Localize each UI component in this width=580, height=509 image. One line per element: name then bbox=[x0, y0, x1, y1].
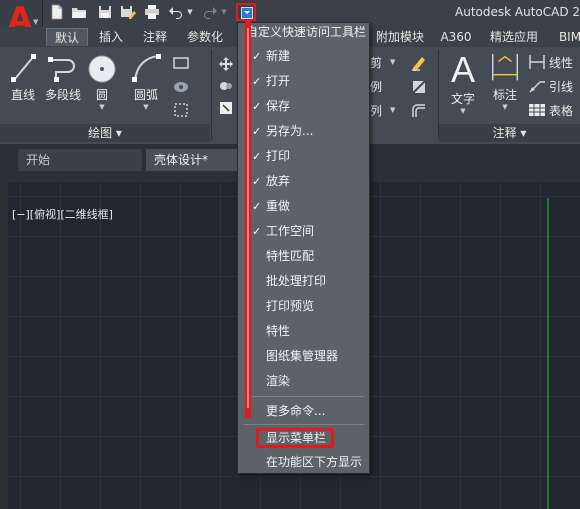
arc-icon bbox=[132, 54, 161, 82]
explode-icon[interactable] bbox=[410, 78, 428, 96]
menu-item-undo[interactable]: ✓ 放弃 bbox=[238, 169, 369, 194]
line-icon bbox=[11, 54, 36, 82]
menu-item-show-below-ribbon[interactable]: 在功能区下方显示 bbox=[238, 450, 369, 475]
scale-tool-label[interactable]: 例 bbox=[370, 78, 382, 95]
polyline-tool[interactable]: 多段线 bbox=[42, 52, 84, 103]
arc-tool-label: 圆弧 bbox=[133, 88, 158, 102]
text-icon: A bbox=[450, 49, 475, 90]
trim-tool-label[interactable]: 剪 bbox=[370, 54, 382, 71]
tab-insert[interactable]: 插入 bbox=[91, 28, 131, 46]
erase-icon[interactable] bbox=[410, 54, 428, 72]
line-tool[interactable]: 直线 bbox=[4, 52, 42, 103]
tab-featured-apps[interactable]: 精选应用 bbox=[484, 28, 544, 46]
customize-dropdown-icon bbox=[241, 7, 253, 19]
checkmark-icon: ✓ bbox=[252, 100, 262, 113]
checkmark-icon: ✓ bbox=[252, 150, 262, 163]
window-title: Autodesk AutoCAD 20 bbox=[455, 5, 580, 19]
menu-item-more-commands[interactable]: 更多命令... bbox=[238, 399, 369, 424]
checkmark-icon: ✓ bbox=[252, 200, 262, 213]
save-icon[interactable] bbox=[97, 4, 113, 20]
menu-item-redo[interactable]: ✓ 重做 bbox=[238, 194, 369, 219]
copy-icon[interactable] bbox=[218, 78, 234, 94]
panel-separator bbox=[211, 50, 212, 140]
boundary-icon[interactable] bbox=[173, 102, 191, 118]
dimension-tool[interactable]: 标注 ▼ bbox=[487, 52, 523, 111]
y-axis-line bbox=[547, 198, 549, 509]
chevron-down-icon[interactable]: ▼ bbox=[487, 103, 523, 111]
annotation-highlight-box bbox=[256, 428, 334, 448]
menu-item-batch-plot[interactable]: 批处理打印 bbox=[238, 269, 369, 294]
chevron-down-icon[interactable]: ▼ bbox=[128, 103, 164, 111]
polyline-tool-label: 多段线 bbox=[44, 88, 81, 102]
tab-parametric[interactable]: 参数化 bbox=[180, 28, 230, 46]
chevron-down-icon[interactable]: ▼ bbox=[220, 4, 228, 20]
menu-item-render[interactable]: 渲染 bbox=[238, 369, 369, 394]
leader-label[interactable]: 引线 bbox=[549, 78, 573, 95]
draw-panel-title[interactable]: 绘图 ▾ bbox=[0, 124, 210, 142]
hatch-icon[interactable] bbox=[173, 80, 191, 94]
menu-item-print[interactable]: ✓ 打印 bbox=[238, 144, 369, 169]
chevron-down-icon[interactable]: ▼ bbox=[390, 58, 395, 66]
chevron-down-icon[interactable]: ▼ bbox=[446, 107, 480, 115]
arc-tool[interactable]: 圆弧 ▼ bbox=[128, 52, 164, 111]
circle-tool-label: 圆 bbox=[95, 88, 108, 102]
linear-dim-label[interactable]: 线性 bbox=[549, 54, 573, 71]
menu-item-workspace[interactable]: ✓ 工作空间 bbox=[238, 219, 369, 244]
new-icon[interactable] bbox=[49, 4, 65, 20]
polyline-icon bbox=[48, 57, 75, 82]
checkmark-icon: ✓ bbox=[252, 225, 262, 238]
print-icon[interactable] bbox=[144, 4, 160, 20]
tab-default[interactable]: 默认 bbox=[46, 28, 88, 46]
save-as-icon[interactable] bbox=[120, 4, 136, 20]
menu-title: 自定义快速访问工具栏 bbox=[238, 23, 369, 42]
array-tool-label[interactable]: 列 bbox=[370, 102, 382, 119]
stretch-icon[interactable] bbox=[218, 100, 234, 116]
chevron-down-icon[interactable]: ▼ bbox=[86, 103, 118, 111]
checkmark-icon: ✓ bbox=[252, 50, 262, 63]
menu-separator bbox=[244, 396, 364, 397]
checkmark-icon: ✓ bbox=[252, 75, 262, 88]
tab-annotate[interactable]: 注释 bbox=[135, 28, 175, 46]
viewport-controls[interactable]: [−][俯视][二维线框] bbox=[12, 206, 113, 222]
redo-icon[interactable] bbox=[202, 4, 218, 20]
menu-separator bbox=[244, 424, 364, 425]
tab-bim[interactable]: BIM bbox=[552, 28, 580, 46]
menu-item-new[interactable]: ✓ 新建 bbox=[238, 44, 369, 69]
circle-icon bbox=[88, 55, 116, 83]
checkmark-icon: ✓ bbox=[252, 175, 262, 188]
dimension-icon bbox=[492, 53, 518, 81]
menu-item-plot-preview[interactable]: 打印预览 bbox=[238, 294, 369, 319]
tab-start[interactable]: 开始 bbox=[18, 149, 142, 171]
customize-quick-access-button[interactable] bbox=[236, 3, 256, 21]
text-tool-label: 文字 bbox=[450, 92, 475, 106]
menu-item-sheet-set-manager[interactable]: 图纸集管理器 bbox=[238, 344, 369, 369]
chevron-down-icon: ▼ bbox=[33, 18, 39, 26]
menu-item-match-properties[interactable]: 特性匹配 bbox=[238, 244, 369, 269]
move-icon[interactable] bbox=[218, 56, 234, 72]
table-icon[interactable] bbox=[528, 102, 546, 118]
rectangle-icon[interactable] bbox=[173, 56, 191, 70]
tab-a360[interactable]: A360 bbox=[436, 28, 476, 46]
menu-item-properties[interactable]: 特性 bbox=[238, 319, 369, 344]
open-icon[interactable] bbox=[71, 4, 87, 20]
checkmark-icon: ✓ bbox=[252, 125, 262, 138]
leader-icon[interactable] bbox=[528, 78, 546, 94]
line-tool-label: 直线 bbox=[10, 88, 35, 102]
text-tool[interactable]: A 文字 ▼ bbox=[446, 49, 480, 116]
menu-item-save[interactable]: ✓ 保存 bbox=[238, 94, 369, 119]
dimension-tool-label: 标注 bbox=[492, 88, 517, 102]
chevron-down-icon[interactable]: ▼ bbox=[390, 106, 395, 114]
table-label[interactable]: 表格 bbox=[549, 102, 573, 119]
annotation-panel-title[interactable]: 注释 ▾ bbox=[439, 124, 580, 142]
menu-item-open[interactable]: ✓ 打开 bbox=[238, 69, 369, 94]
chevron-down-icon[interactable]: ▼ bbox=[186, 4, 194, 20]
annotation-arrow-highlight bbox=[247, 28, 249, 408]
circle-tool[interactable]: 圆 ▼ bbox=[86, 52, 118, 111]
menu-item-save-as[interactable]: ✓ 另存为... bbox=[238, 119, 369, 144]
tab-addins[interactable]: 附加模块 bbox=[372, 28, 428, 46]
linear-dim-icon[interactable] bbox=[528, 54, 546, 70]
undo-icon[interactable] bbox=[168, 4, 184, 20]
offset-icon[interactable] bbox=[410, 102, 428, 120]
